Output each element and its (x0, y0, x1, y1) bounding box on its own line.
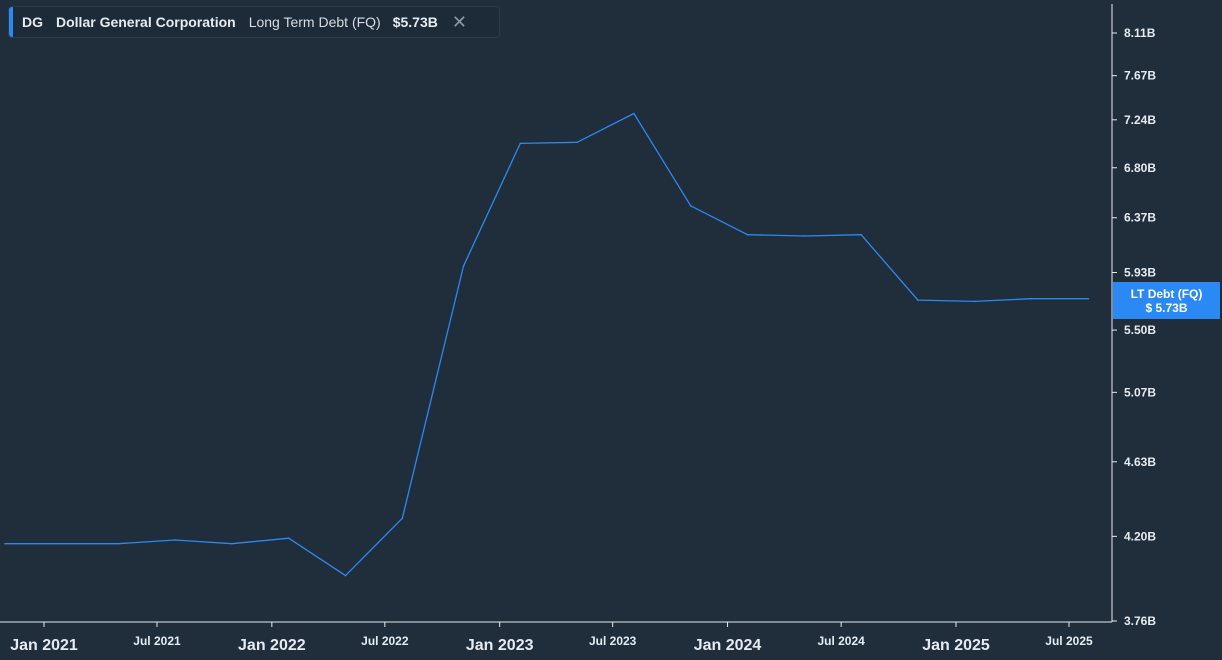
plot-layer (4, 112, 1090, 577)
y-tick-label: 3.76B (1124, 614, 1156, 628)
chart-area[interactable]: 3.76B 4.20B 4.63B 5.07B 5.50B 5.93B 6.37B 6.80B… (0, 0, 1222, 660)
y-tick-label: 6.80B (1124, 161, 1156, 175)
data-point (117, 542, 120, 545)
data-point (401, 517, 404, 520)
data-point (4, 542, 6, 545)
y-tick-label: 4.63B (1124, 455, 1156, 469)
data-point (287, 537, 290, 539)
data-point (860, 233, 862, 236)
y-tick-label: 8.11B (1124, 26, 1156, 40)
legend-current-value: $5.73B (392, 14, 438, 30)
x-tick-label: Jan 2023 (466, 637, 534, 654)
x-tick-label: Jul 2024 (817, 634, 865, 648)
data-point (174, 539, 176, 541)
data-point (633, 112, 635, 115)
x-tick-label: Jul 2021 (133, 634, 181, 648)
x-tick-label: Jan 2025 (922, 637, 990, 654)
current-value-label-title: LT Debt (FQ) (1130, 286, 1203, 301)
series-legend[interactable]: DG Dollar General Corporation Long Term … (8, 6, 500, 38)
x-tick-label: Jul 2022 (361, 634, 409, 648)
legend-company-name: Dollar General Corporation (56, 14, 236, 30)
x-tick-label: Jan 2022 (238, 637, 306, 654)
y-tick-label: 7.24B (1124, 113, 1156, 127)
data-point (1030, 297, 1033, 300)
y-tick-label: 6.37B (1124, 211, 1156, 225)
data-point (576, 141, 578, 144)
data-point (746, 233, 749, 236)
current-value-label-value: $ 5.73B (1145, 300, 1188, 315)
y-tick-label: 5.93B (1124, 265, 1156, 279)
data-point (231, 542, 233, 545)
data-point (462, 265, 465, 267)
data-point (973, 300, 976, 303)
data-point (60, 542, 63, 545)
x-tick-label: Jul 2023 (589, 634, 637, 648)
y-tick-label: 5.50B (1124, 323, 1156, 337)
y-tick-label: 7.67B (1124, 69, 1156, 83)
x-tick-label: Jul 2025 (1045, 634, 1093, 648)
data-point (344, 574, 347, 577)
x-tick-label: Jan 2021 (10, 637, 78, 654)
data-point (917, 299, 919, 301)
current-value-label: LT Debt (FQ) $ 5.73B (1113, 282, 1220, 319)
legend-ticker: DG (22, 14, 43, 30)
data-point (1087, 297, 1090, 300)
x-axis[interactable]: Jan 2021 Jul 2021 Jan 2022 Jul 2022 Jan 2023… (0, 621, 1112, 654)
x-tick-label: Jan 2024 (694, 637, 762, 654)
series-line (5, 112, 1089, 577)
data-point (803, 235, 806, 237)
y-tick-label: 4.20B (1124, 529, 1156, 543)
data-point (519, 142, 522, 145)
y-tick-label: 5.07B (1124, 385, 1156, 399)
close-icon[interactable]: ✕ (452, 12, 467, 33)
legend-metric-name: Long Term Debt (FQ) (248, 14, 381, 30)
data-point (689, 205, 692, 207)
legend-accent-bar (9, 7, 13, 37)
